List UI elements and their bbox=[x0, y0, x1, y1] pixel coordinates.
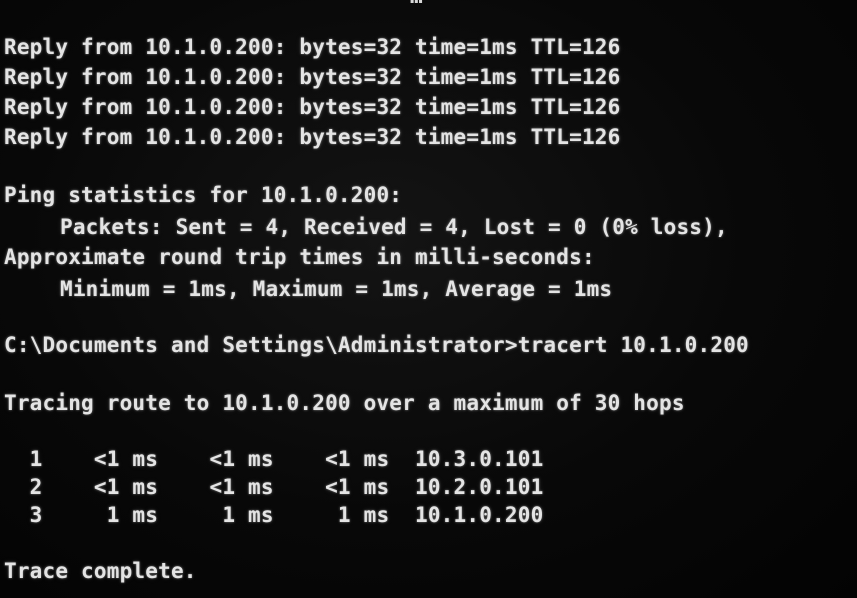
hop-row: 2 <1 ms <1 ms <1 ms 10.2.0.101 bbox=[4, 475, 544, 499]
packets-stats-line: Packets: Sent = 4, Received = 4, Lost = … bbox=[60, 215, 728, 239]
rtt-values-line: Minimum = 1ms, Maximum = 1ms, Average = … bbox=[60, 277, 613, 301]
ping-reply-line: Reply from 10.1.0.200: bytes=32 time=1ms… bbox=[4, 95, 621, 119]
ping-reply-line: Reply from 10.1.0.200: bytes=32 time=1ms… bbox=[4, 35, 621, 59]
ping-reply-line: Reply from 10.1.0.200: bytes=32 time=1ms… bbox=[4, 125, 621, 149]
clipped-top-line: … bbox=[410, 0, 423, 9]
hop-row: 3 1 ms 1 ms 1 ms 10.1.0.200 bbox=[4, 503, 544, 527]
ping-reply-line: Reply from 10.1.0.200: bytes=32 time=1ms… bbox=[4, 65, 621, 89]
command-prompt-window[interactable]: … Reply from 10.1.0.200: bytes=32 time=1… bbox=[0, 0, 857, 598]
prompt-command-line: C:\Documents and Settings\Administrator>… bbox=[4, 333, 749, 357]
ping-stats-header: Ping statistics for 10.1.0.200: bbox=[4, 183, 403, 207]
hop-row: 1 <1 ms <1 ms <1 ms 10.3.0.101 bbox=[4, 447, 544, 471]
rtt-header: Approximate round trip times in milli-se… bbox=[4, 245, 595, 269]
trace-complete-line: Trace complete. bbox=[4, 559, 197, 583]
tracing-header: Tracing route to 10.1.0.200 over a maxim… bbox=[4, 391, 685, 415]
